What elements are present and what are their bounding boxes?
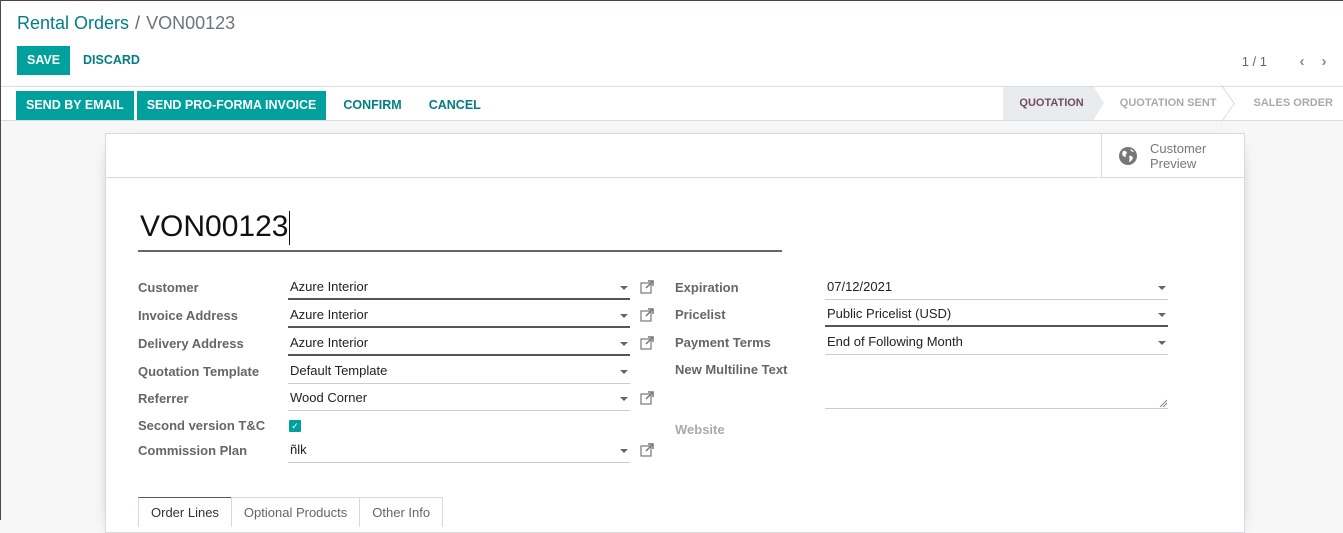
external-link-icon[interactable] xyxy=(640,443,654,457)
send-pro-forma-invoice-button[interactable]: SEND PRO-FORMA INVOICE xyxy=(136,91,327,120)
tab-order-lines[interactable]: Order Lines xyxy=(138,497,232,527)
customer-preview-line1: Customer xyxy=(1150,140,1207,156)
stage-quotation-sent[interactable]: QUOTATION SENT xyxy=(1094,87,1227,120)
invoice-address-field[interactable]: Azure Interior xyxy=(288,304,630,328)
chevron-down-icon[interactable] xyxy=(620,342,628,346)
pricelist-label: Pricelist xyxy=(675,307,726,322)
customer-value: Azure Interior xyxy=(290,279,369,294)
breadcrumb: Rental Orders / VON00123 xyxy=(17,13,235,34)
external-link-icon[interactable] xyxy=(640,308,654,322)
second-version-tc-checkbox[interactable]: ✓ xyxy=(289,420,301,432)
send-by-email-button[interactable]: SEND BY EMAIL xyxy=(16,91,134,120)
breadcrumb-rental-orders[interactable]: Rental Orders xyxy=(17,13,129,33)
expiration-label: Expiration xyxy=(675,280,739,295)
resize-handle-icon[interactable] xyxy=(1159,399,1167,407)
discard-button[interactable]: DISCARD xyxy=(73,46,150,75)
breadcrumb-separator: / xyxy=(135,13,141,33)
form-sheet: Customer Preview VON00123 Customer Azure… xyxy=(105,133,1245,533)
breadcrumb-current: VON00123 xyxy=(146,13,236,33)
chevron-left-icon[interactable]: ‹ xyxy=(1291,53,1313,70)
delivery-address-value: Azure Interior xyxy=(290,335,369,350)
chevron-down-icon[interactable] xyxy=(1158,286,1166,290)
customer-preview-label: Customer Preview xyxy=(1150,141,1206,171)
new-multiline-text-input[interactable] xyxy=(825,360,1168,409)
payment-terms-label: Payment Terms xyxy=(675,335,771,350)
expiration-value: 07/12/2021 xyxy=(827,279,893,294)
commission-plan-field[interactable]: ñlk xyxy=(288,439,630,463)
external-link-icon[interactable] xyxy=(640,280,654,294)
chevron-down-icon[interactable] xyxy=(1158,313,1166,317)
commission-plan-label: Commission Plan xyxy=(138,443,248,458)
website-label: Website xyxy=(675,422,725,437)
statusbar: SEND BY EMAIL SEND PRO-FORMA INVOICE CON… xyxy=(1,86,1343,121)
globe-icon xyxy=(1119,146,1137,165)
expiration-field[interactable]: 07/12/2021 xyxy=(825,276,1168,300)
customer-preview-button[interactable]: Customer Preview xyxy=(1101,134,1244,177)
header-actions: SEND BY EMAIL SEND PRO-FORMA INVOICE CON… xyxy=(16,91,491,120)
pricelist-value: Public Pricelist (USD) xyxy=(827,306,952,321)
stage-quotation[interactable]: QUOTATION xyxy=(1003,87,1105,120)
delivery-address-field[interactable]: Azure Interior xyxy=(288,332,630,356)
second-version-tc-label: Second version T&C xyxy=(138,418,266,433)
customer-field[interactable]: Azure Interior xyxy=(288,276,630,300)
stage-sales-order[interactable]: SALES ORDER xyxy=(1227,87,1343,120)
external-link-icon[interactable] xyxy=(640,391,654,405)
record-name-value: VON00123 xyxy=(140,210,289,243)
customer-preview-line2: Preview xyxy=(1150,155,1197,171)
new-multiline-text-label: New Multiline Text xyxy=(675,362,788,377)
chevron-down-icon[interactable] xyxy=(620,370,628,374)
status-stages: QUOTATION QUOTATION SENT SALES ORDER xyxy=(1003,87,1343,120)
button-box: Customer Preview xyxy=(106,134,1244,178)
quotation-template-field[interactable]: Default Template xyxy=(288,360,630,384)
chevron-right-icon[interactable]: › xyxy=(1313,53,1335,70)
invoice-address-value: Azure Interior xyxy=(290,307,369,322)
confirm-button[interactable]: CONFIRM xyxy=(333,91,411,120)
chevron-down-icon[interactable] xyxy=(620,397,628,401)
chevron-down-icon[interactable] xyxy=(620,286,628,290)
tab-other-info[interactable]: Other Info xyxy=(359,497,444,527)
text-cursor xyxy=(289,211,291,246)
payment-terms-value: End of Following Month xyxy=(827,334,963,349)
chevron-down-icon[interactable] xyxy=(620,449,628,453)
quotation-template-value: Default Template xyxy=(290,363,388,378)
referrer-field[interactable]: Wood Corner xyxy=(288,387,630,411)
chevron-down-icon[interactable] xyxy=(1158,341,1166,345)
customer-label: Customer xyxy=(138,280,199,295)
payment-terms-field[interactable]: End of Following Month xyxy=(825,331,1168,355)
cancel-button[interactable]: CANCEL xyxy=(419,91,491,120)
notebook-tabs: Order Lines Optional Products Other Info xyxy=(138,497,444,527)
tab-optional-products[interactable]: Optional Products xyxy=(230,497,361,527)
commission-plan-value: ñlk xyxy=(290,442,307,457)
delivery-address-label: Delivery Address xyxy=(138,336,244,351)
pager-value[interactable]: 1 / 1 xyxy=(1242,54,1267,69)
save-button[interactable]: SAVE xyxy=(17,46,71,75)
pricelist-field[interactable]: Public Pricelist (USD) xyxy=(825,303,1168,327)
invoice-address-label: Invoice Address xyxy=(138,308,238,323)
pager: 1 / 1 ‹ › xyxy=(1242,53,1335,70)
chevron-down-icon[interactable] xyxy=(620,314,628,318)
quotation-template-label: Quotation Template xyxy=(138,364,260,379)
external-link-icon[interactable] xyxy=(640,336,654,350)
control-panel: Rental Orders / VON00123 SAVE DISCARD 1 / … xyxy=(1,1,1343,86)
referrer-label: Referrer xyxy=(138,391,189,406)
referrer-value: Wood Corner xyxy=(290,390,368,405)
record-name-input[interactable]: VON00123 xyxy=(138,204,782,252)
